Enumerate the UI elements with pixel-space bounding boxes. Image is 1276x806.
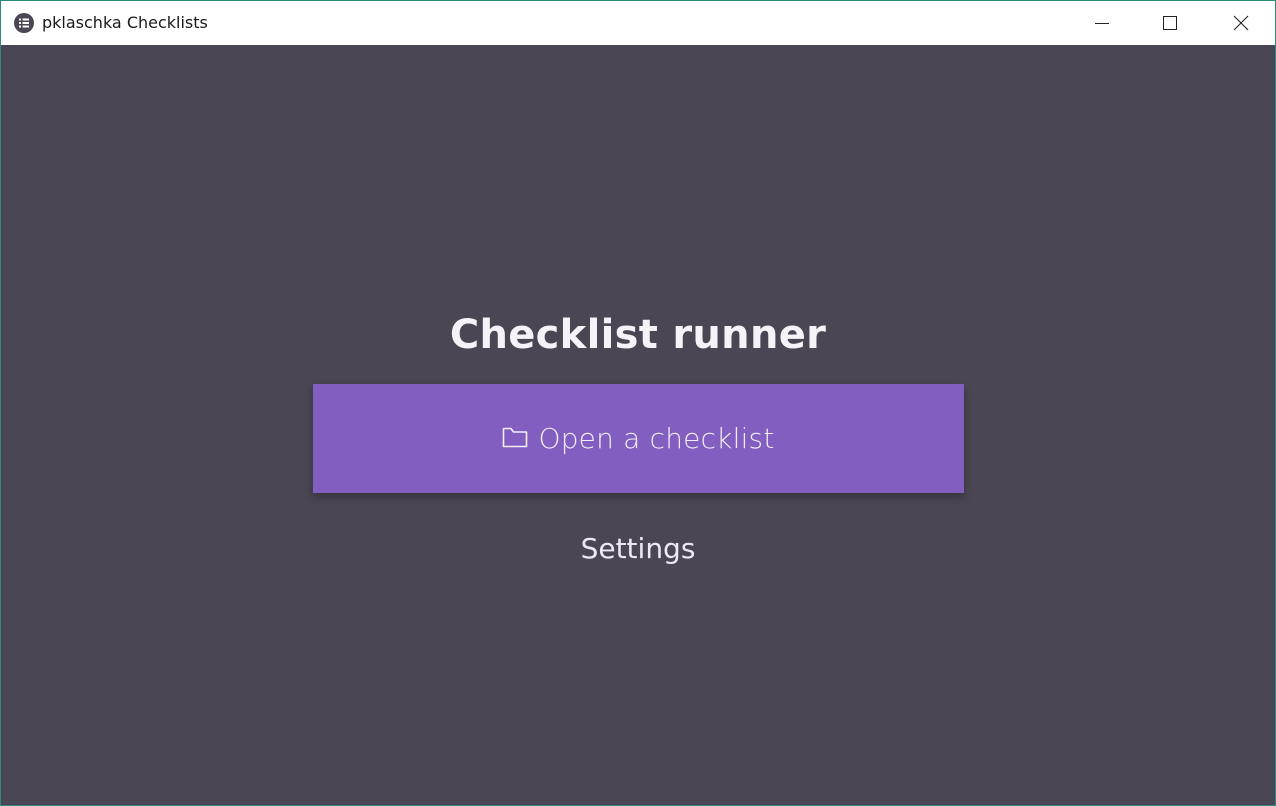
close-icon: [1233, 15, 1249, 31]
title-bar[interactable]: pklaschka Checklists: [1, 1, 1275, 45]
open-checklist-button[interactable]: Open a checklist: [313, 384, 964, 493]
settings-link[interactable]: Settings: [581, 532, 696, 565]
main-content: Checklist runner Open a checklist Settin…: [1, 45, 1275, 805]
folder-icon: [503, 427, 528, 447]
app-window: pklaschka Checklists Checklist runner Op…: [0, 0, 1276, 806]
window-title: pklaschka Checklists: [42, 13, 208, 32]
settings-link-row: Settings: [1, 529, 1275, 569]
page-title: Checklist runner: [449, 312, 827, 358]
maximize-button[interactable]: [1136, 1, 1204, 45]
open-checklist-label: Open a checklist: [538, 422, 775, 455]
minimize-icon: [1095, 23, 1109, 24]
maximize-icon: [1163, 16, 1177, 30]
minimize-button[interactable]: [1068, 1, 1136, 45]
close-button[interactable]: [1207, 1, 1275, 45]
list-icon: [14, 13, 34, 33]
